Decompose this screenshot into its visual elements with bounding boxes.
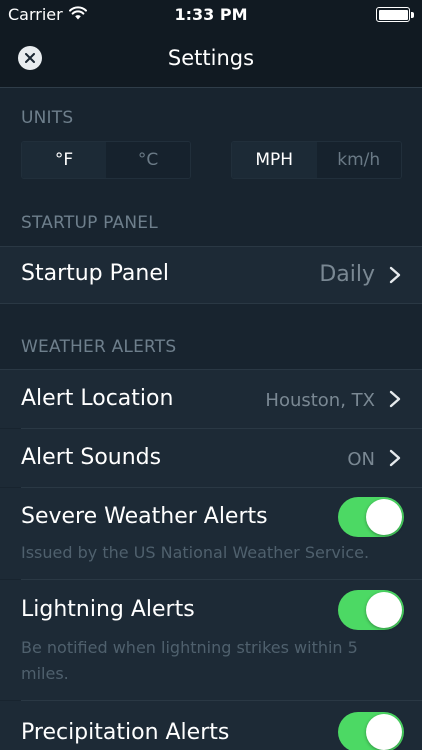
status-time: 1:33 PM: [174, 5, 248, 24]
kmh-option[interactable]: km/h: [316, 142, 401, 178]
precipitation-alerts-toggle[interactable]: [338, 712, 404, 750]
alert-sounds-label: Alert Sounds: [21, 445, 162, 470]
alert-location-label: Alert Location: [21, 386, 174, 411]
precipitation-alerts-label: Precipitation Alerts: [21, 720, 230, 745]
settings-screen: Carrier 1:33 PM Settings UNITS °F °C MPH…: [0, 0, 422, 750]
startup-panel-row[interactable]: Startup Panel Daily: [0, 247, 422, 303]
nav-bar: Settings: [0, 30, 422, 88]
alert-sounds-value: ON: [347, 449, 375, 470]
severe-weather-alerts-label: Severe Weather Alerts: [21, 504, 268, 529]
toggle-knob: [366, 714, 402, 750]
severe-weather-alerts-toggle[interactable]: [338, 497, 404, 537]
chevron-right-icon: [389, 266, 401, 284]
fahrenheit-option[interactable]: °F: [22, 142, 106, 178]
severe-weather-alerts-description: Issued by the US National Weather Servic…: [21, 543, 370, 562]
chevron-right-icon: [389, 449, 401, 467]
temperature-segmented-control: °F °C: [21, 141, 191, 179]
startup-panel-value: Daily: [319, 262, 375, 287]
startup-panel-label: Startup Panel: [21, 261, 169, 286]
celsius-option[interactable]: °C: [106, 142, 190, 178]
speed-segmented-control: MPH km/h: [231, 141, 402, 179]
alert-location-value: Houston, TX: [265, 390, 375, 411]
alert-sounds-row[interactable]: Alert Sounds ON: [0, 429, 422, 487]
page-title: Settings: [167, 46, 255, 70]
precipitation-alerts-row: Precipitation Alerts: [0, 701, 422, 750]
alert-location-row[interactable]: Alert Location Houston, TX: [0, 370, 422, 428]
chevron-right-icon: [389, 390, 401, 408]
units-section-header: UNITS: [21, 108, 74, 128]
lightning-alerts-toggle[interactable]: [338, 590, 404, 630]
weather-alerts-section-header: WEATHER ALERTS: [21, 337, 177, 357]
toggle-knob: [366, 592, 402, 628]
toggle-knob: [366, 499, 402, 535]
startup-section-header: STARTUP PANEL: [21, 213, 158, 233]
status-bar: Carrier 1:33 PM: [0, 0, 422, 30]
lightning-alerts-label: Lightning Alerts: [21, 597, 195, 622]
mph-option[interactable]: MPH: [232, 142, 317, 178]
severe-weather-alerts-row: Severe Weather Alerts Issued by the US N…: [0, 488, 422, 579]
lightning-alerts-row: Lightning Alerts Be notified when lightn…: [0, 580, 422, 700]
battery-icon: [376, 7, 414, 22]
lightning-alerts-description: Be notified when lightning strikes withi…: [21, 638, 358, 683]
divider: [0, 303, 422, 304]
